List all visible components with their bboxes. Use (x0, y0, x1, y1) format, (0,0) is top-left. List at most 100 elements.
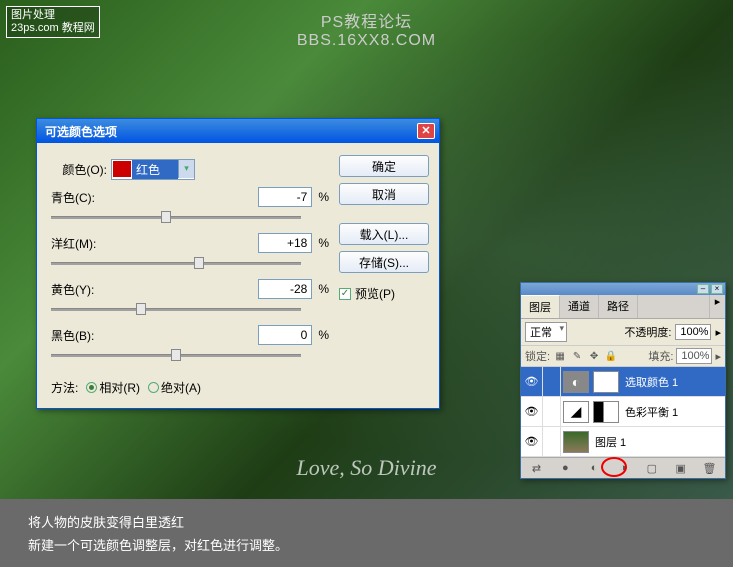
layer-name[interactable]: 选取颜色 1 (621, 374, 725, 390)
mask-icon[interactable]: ◐ (584, 460, 604, 476)
fx-icon[interactable]: ● (555, 460, 575, 476)
cyan-slider[interactable] (51, 211, 301, 223)
link-col[interactable] (543, 397, 561, 426)
layer-row[interactable]: 👁 图层 1 (521, 427, 725, 457)
yellow-slider-row: 黄色(Y): % (51, 279, 329, 315)
opacity-input[interactable]: 100% (675, 324, 711, 340)
caption-line: 新建一个可选颜色调整层，对红色进行调整。 (28, 534, 705, 557)
yellow-slider[interactable] (51, 303, 301, 315)
folder-icon[interactable]: ▢ (642, 460, 662, 476)
dialog-title: 可选颜色选项 (45, 123, 117, 140)
blend-mode-select[interactable]: 正常 (525, 322, 567, 342)
adjustment-thumb[interactable]: ◢ (563, 401, 589, 423)
watermark-text: 图片处理 (11, 9, 95, 22)
fill-input[interactable]: 100% (676, 348, 712, 364)
lock-paint-icon[interactable]: ✎ (570, 349, 584, 363)
black-slider-row: 黑色(B): % (51, 325, 329, 361)
selective-color-dialog: 可选颜色选项 ✕ 颜色(O): 红色 ▾ 青色(C): % (36, 118, 440, 409)
color-dropdown[interactable]: 红色 ▾ (111, 159, 195, 180)
link-col[interactable] (543, 427, 561, 456)
chevron-down-icon[interactable]: ▾ (178, 160, 194, 178)
visibility-icon[interactable]: 👁 (521, 367, 543, 396)
chevron-icon[interactable]: ▸ (715, 326, 721, 339)
new-layer-icon[interactable]: ▣ (671, 460, 691, 476)
layer-row[interactable]: 👁 ◢ 色彩平衡 1 (521, 397, 725, 427)
watermark-text: 23ps.com 教程网 (11, 22, 95, 35)
percent-label: % (318, 282, 329, 296)
watermark-text: BBS.16XX8.COM (297, 32, 436, 50)
tab-layers[interactable]: 图层 (521, 295, 560, 318)
photoshop-canvas: 图片处理 23ps.com 教程网 PS教程论坛 BBS.16XX8.COM L… (0, 0, 733, 499)
watermark-topleft: 图片处理 23ps.com 教程网 (6, 6, 100, 38)
preview-checkbox[interactable]: ✓ 预览(P) (339, 285, 429, 302)
close-icon[interactable]: ✕ (417, 123, 435, 139)
black-slider[interactable] (51, 349, 301, 361)
panel-footer: ⇄ ● ◐ ◑ ▢ ▣ 🗑 (521, 457, 725, 478)
mask-thumb[interactable] (593, 371, 619, 393)
tab-channels[interactable]: 通道 (560, 295, 599, 318)
watermark-top: PS教程论坛 BBS.16XX8.COM (297, 8, 436, 50)
chevron-icon[interactable]: ▸ (715, 350, 721, 363)
color-label: 颜色(O): (51, 161, 111, 178)
fill-label: 填充: (648, 348, 673, 364)
radio-icon (148, 382, 159, 393)
lock-move-icon[interactable]: ✥ (587, 349, 601, 363)
lock-all-icon[interactable]: 🔒 (604, 349, 618, 363)
visibility-icon[interactable]: 👁 (521, 427, 543, 456)
color-value: 红色 (132, 160, 178, 179)
mask-thumb[interactable] (593, 401, 619, 423)
visibility-icon[interactable]: 👁 (521, 397, 543, 426)
close-icon[interactable]: × (711, 284, 723, 294)
panel-menu-icon[interactable]: ▸ (709, 295, 725, 318)
magenta-input[interactable] (258, 233, 312, 253)
cancel-button[interactable]: 取消 (339, 183, 429, 205)
trash-icon[interactable]: 🗑 (699, 460, 719, 476)
adjustment-thumb[interactable]: ◐ (563, 371, 589, 393)
method-absolute-radio[interactable]: 绝对(A) (148, 379, 201, 396)
layer-name[interactable]: 色彩平衡 1 (621, 404, 725, 420)
save-button[interactable]: 存储(S)... (339, 251, 429, 273)
magenta-slider[interactable] (51, 257, 301, 269)
preview-label: 预览(P) (355, 285, 395, 302)
cyan-label: 青色(C): (51, 189, 258, 206)
lock-label: 锁定: (525, 348, 550, 364)
ok-button[interactable]: 确定 (339, 155, 429, 177)
link-icon[interactable]: ⇄ (526, 460, 546, 476)
adjustment-icon[interactable]: ◑ (613, 460, 633, 476)
checkbox-icon: ✓ (339, 288, 351, 300)
dialog-titlebar[interactable]: 可选颜色选项 ✕ (37, 119, 439, 143)
layer-name[interactable]: 图层 1 (591, 434, 725, 450)
percent-label: % (318, 190, 329, 204)
method-label: 方法: (51, 379, 78, 396)
method-relative-radio[interactable]: 相对(R) (86, 379, 140, 396)
tutorial-caption: 将人物的皮肤变得白里透红 新建一个可选颜色调整层，对红色进行调整。 (0, 499, 733, 567)
panel-tabs: 图层 通道 路径 ▸ (521, 295, 725, 319)
link-col[interactable] (543, 367, 561, 396)
percent-label: % (318, 236, 329, 250)
yellow-input[interactable] (258, 279, 312, 299)
radio-label: 绝对(A) (161, 379, 201, 396)
layers-panel: – × 图层 通道 路径 ▸ 正常 不透明度: 100% ▸ 锁定: ▦ ✎ ✥… (520, 282, 726, 479)
watermark-text: PS教程论坛 (297, 8, 436, 32)
method-group: 方法: 相对(R) 绝对(A) (51, 379, 329, 396)
tab-paths[interactable]: 路径 (599, 295, 638, 318)
percent-label: % (318, 328, 329, 342)
lock-transparent-icon[interactable]: ▦ (553, 349, 567, 363)
layer-row[interactable]: 👁 ◐ 选取颜色 1 (521, 367, 725, 397)
watermark-bottom: Love, So Divine (297, 455, 437, 481)
panel-titlebar[interactable]: – × (521, 283, 725, 295)
magenta-label: 洋红(M): (51, 235, 258, 252)
color-swatch (113, 161, 131, 177)
radio-label: 相对(R) (99, 379, 140, 396)
load-button[interactable]: 载入(L)... (339, 223, 429, 245)
opacity-label: 不透明度: (624, 324, 671, 340)
cyan-input[interactable] (258, 187, 312, 207)
magenta-slider-row: 洋红(M): % (51, 233, 329, 269)
black-input[interactable] (258, 325, 312, 345)
image-thumb[interactable] (563, 431, 589, 453)
caption-line: 将人物的皮肤变得白里透红 (28, 511, 705, 534)
cyan-slider-row: 青色(C): % (51, 187, 329, 223)
yellow-label: 黄色(Y): (51, 281, 258, 298)
black-label: 黑色(B): (51, 327, 258, 344)
minimize-icon[interactable]: – (697, 284, 709, 294)
